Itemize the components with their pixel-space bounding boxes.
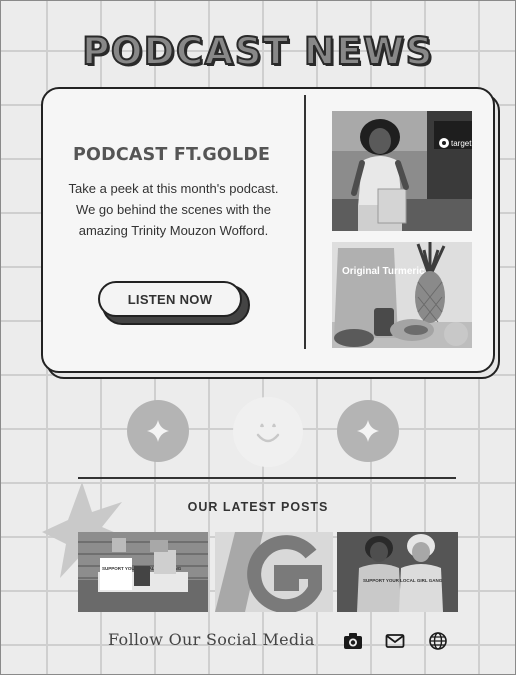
post-3-art: SUPPORT YOUR LOCAL GIRL GANG — [337, 532, 458, 612]
post-2-art — [215, 532, 333, 612]
page-title: PODCAST NEWS — [81, 29, 434, 74]
smiley-circle — [233, 397, 303, 467]
section-divider — [78, 477, 456, 479]
podcast-guest-photo[interactable]: target — [332, 111, 472, 231]
sparkle-icon — [147, 420, 169, 442]
camera-icon[interactable] — [342, 630, 364, 652]
globe-icon[interactable] — [427, 630, 449, 652]
post-thumbnail-2[interactable] — [215, 532, 333, 612]
card-divider — [304, 95, 306, 349]
post-thumbnail-1[interactable]: SUPPORT YOUR LOCAL GIRL GANG — [78, 532, 208, 612]
product-photo-art: Original Turmeric — [332, 242, 472, 348]
sparkle-circle-right — [337, 400, 399, 462]
feature-card: PODCAST FT.GOLDE Take a peek at this mon… — [41, 87, 495, 373]
post-3-shirt-text: SUPPORT YOUR LOCAL GIRL GANG — [363, 578, 443, 583]
post-1-art: SUPPORT YOUR LOCAL GIRL GANG — [78, 532, 208, 612]
store-sign-text: target — [451, 139, 472, 148]
listen-now-button[interactable]: LISTEN NOW — [98, 281, 242, 317]
guest-photo-art: target — [332, 111, 472, 231]
product-photo[interactable]: Original Turmeric — [332, 242, 472, 348]
product-label-text: Original Turmeric — [342, 266, 425, 277]
latest-posts-heading: OUR LATEST POSTS — [187, 500, 329, 514]
post-thumbnail-3[interactable]: SUPPORT YOUR LOCAL GIRL GANG — [337, 532, 458, 612]
sparkle-icon — [357, 420, 379, 442]
sparkle-circle-left — [127, 400, 189, 462]
mail-icon[interactable] — [384, 630, 406, 652]
follow-social-text: Follow Our Social Media — [108, 630, 315, 649]
podcast-heading: PODCAST FT.GOLDE — [73, 145, 271, 165]
smiley-face-icon — [256, 423, 280, 443]
podcast-description: Take a peek at this month's podcast. We … — [68, 181, 279, 238]
